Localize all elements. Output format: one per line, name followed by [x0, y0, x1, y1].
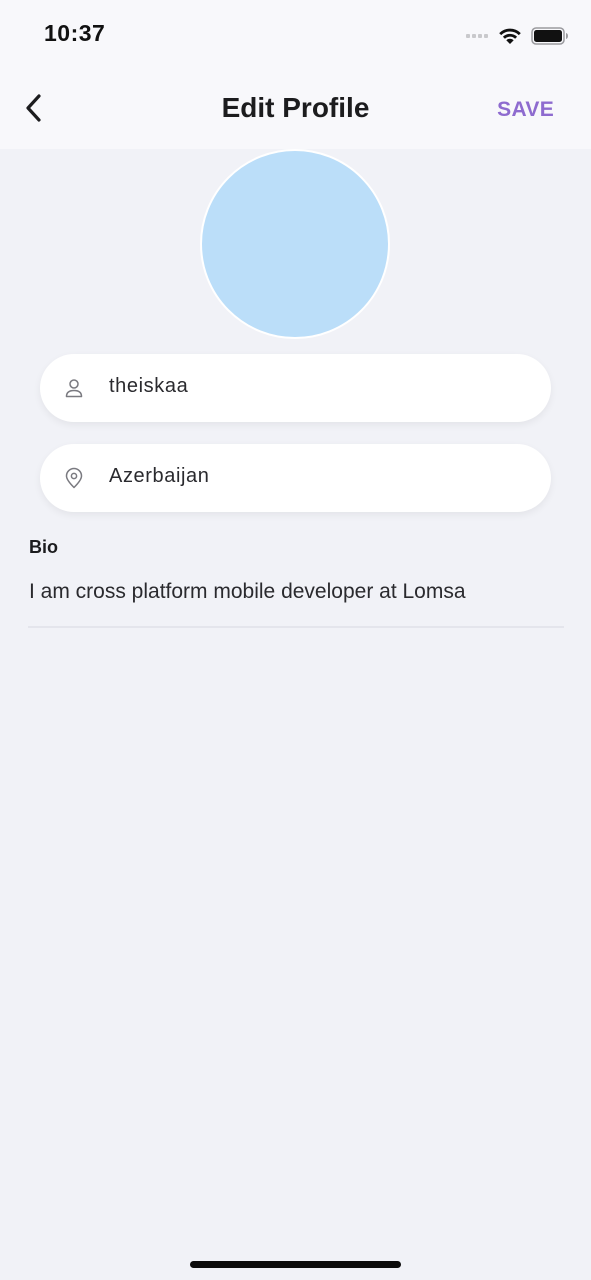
wifi-icon [499, 28, 521, 44]
status-time: 10:37 [44, 20, 106, 46]
navigation-bar: Edit Profile SAVE [0, 66, 591, 149]
username-field[interactable]: theiskaa [40, 354, 551, 422]
location-value: Azerbaijan [109, 465, 210, 487]
home-indicator[interactable] [190, 1261, 401, 1268]
status-icons [466, 24, 569, 48]
battery-icon [531, 27, 568, 45]
bio-divider [28, 626, 564, 628]
username-value: theiskaa [109, 375, 189, 397]
location-field[interactable]: Azerbaijan [40, 444, 551, 512]
bio-input[interactable]: I am cross platform mobile developer at … [29, 580, 466, 604]
avatar[interactable] [200, 149, 390, 339]
location-pin-icon [65, 467, 83, 489]
signal-icon [466, 34, 488, 38]
save-button[interactable]: SAVE [497, 98, 554, 122]
person-icon [65, 379, 83, 398]
status-bar: 10:37 [0, 0, 591, 66]
bio-label: Bio [29, 537, 58, 557]
